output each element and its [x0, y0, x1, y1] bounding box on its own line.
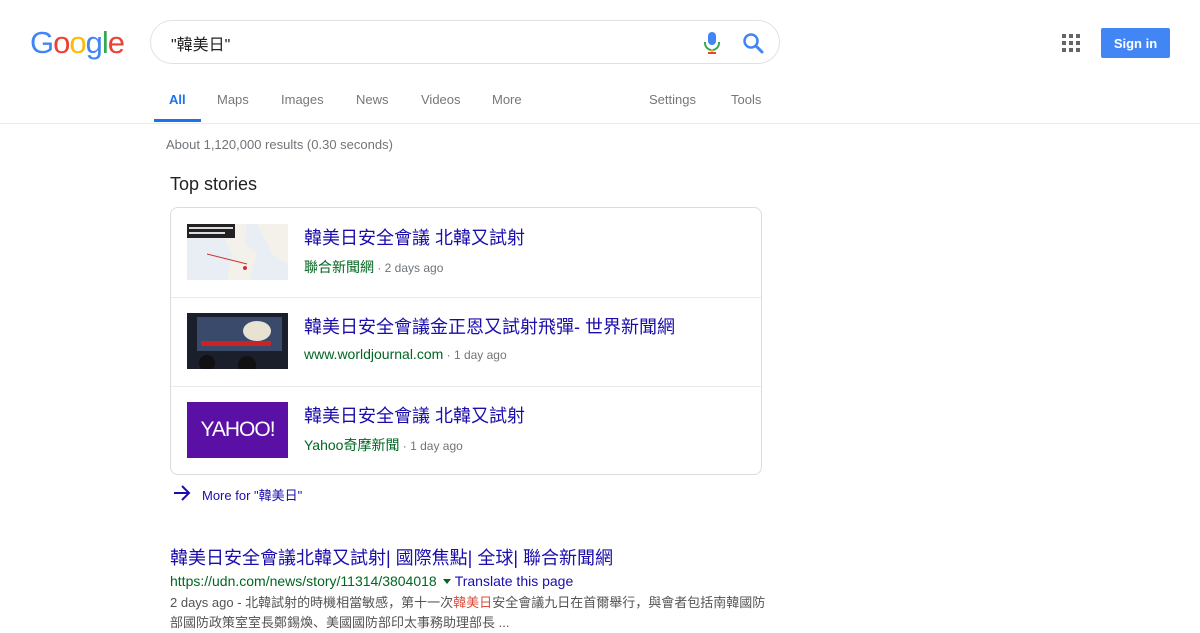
- story-meta: Yahoo奇摩新聞 · 1 day ago: [304, 435, 463, 455]
- search-tabs: All Maps Images News Videos More Setting…: [0, 88, 1200, 123]
- tab-images[interactable]: Images: [281, 92, 324, 107]
- result-stats: About 1,120,000 results (0.30 seconds): [166, 137, 393, 152]
- story-thumbnail-tv[interactable]: [187, 313, 288, 369]
- search-icon[interactable]: [741, 31, 765, 55]
- logo-letter-o2: o: [69, 25, 86, 60]
- logo-letter-e: e: [107, 25, 125, 60]
- snippet-highlight: 韓美日: [453, 595, 493, 610]
- more-stories-label[interactable]: More for "韓美日": [202, 485, 302, 504]
- story-source: 聯合新聞網: [304, 259, 374, 275]
- active-tab-indicator: [154, 119, 201, 122]
- story-time: · 2 days ago: [374, 261, 444, 275]
- apps-grid-icon[interactable]: [1062, 34, 1080, 52]
- tab-videos[interactable]: Videos: [421, 92, 461, 107]
- result-snippet: 2 days ago - 北韓試射的時機相當敏感，第十一次韓美日安全會議九日在首…: [170, 593, 766, 633]
- tab-more[interactable]: More: [492, 92, 522, 107]
- story-title[interactable]: 韓美日安全會議金正恩又試射飛彈- 世界新聞網: [304, 313, 675, 339]
- tab-settings[interactable]: Settings: [649, 92, 696, 107]
- story-divider: [171, 297, 761, 298]
- header: Google Sign in All Maps Images News Vide…: [0, 0, 1200, 124]
- tab-maps[interactable]: Maps: [217, 92, 249, 107]
- search-box[interactable]: [150, 20, 780, 64]
- yahoo-logo-text: YAHOO!: [200, 418, 275, 441]
- translate-link[interactable]: Translate this page: [455, 573, 574, 589]
- story-source: www.worldjournal.com: [304, 346, 444, 362]
- story-item[interactable]: 韓美日安全會議 北韓又試射 聯合新聞網 · 2 days ago: [171, 208, 761, 297]
- story-time: · 1 day ago: [399, 439, 463, 453]
- result-title[interactable]: 韓美日安全會議北韓又試射| 國際焦點| 全球| 聯合新聞網: [170, 544, 770, 570]
- tab-tools[interactable]: Tools: [731, 92, 761, 107]
- logo-letter-g2: g: [85, 25, 103, 60]
- story-thumbnail-map[interactable]: [187, 224, 288, 280]
- caret-down-icon[interactable]: [442, 578, 451, 584]
- tab-all[interactable]: All: [169, 92, 186, 107]
- result-url: https://udn.com/news/story/11314/3804018: [170, 573, 437, 589]
- story-meta: 聯合新聞網 · 2 days ago: [304, 257, 443, 277]
- story-meta: www.worldjournal.com · 1 day ago: [304, 346, 507, 362]
- story-source: Yahoo奇摩新聞: [304, 437, 400, 453]
- google-logo[interactable]: Google: [30, 25, 125, 61]
- story-time: · 1 day ago: [443, 348, 507, 362]
- story-title[interactable]: 韓美日安全會議 北韓又試射: [304, 402, 525, 428]
- story-item[interactable]: YAHOO! 韓美日安全會議 北韓又試射 Yahoo奇摩新聞 · 1 day a…: [171, 386, 761, 475]
- microphone-icon[interactable]: [701, 31, 723, 55]
- search-input[interactable]: [171, 31, 691, 55]
- logo-letter-g: G: [30, 25, 54, 60]
- top-stories-heading: Top stories: [170, 174, 258, 194]
- story-item[interactable]: 韓美日安全會議金正恩又試射飛彈- 世界新聞網 www.worldjournal.…: [171, 297, 761, 386]
- result-url-line: https://udn.com/news/story/11314/3804018…: [170, 573, 770, 589]
- arrow-right-icon: [174, 485, 191, 501]
- top-stories-card: 韓美日安全會議 北韓又試射 聯合新聞網 · 2 days ago 韓美日安全會議…: [170, 207, 762, 475]
- snippet-text: 2 days ago - 北韓試射的時機相當敏感，第十一次: [170, 595, 454, 610]
- logo-letter-o1: o: [53, 25, 70, 60]
- sign-in-button[interactable]: Sign in: [1101, 28, 1170, 58]
- story-title[interactable]: 韓美日安全會議 北韓又試射: [304, 224, 525, 250]
- story-thumbnail-yahoo[interactable]: YAHOO!: [187, 402, 288, 458]
- story-divider: [171, 386, 761, 387]
- search-result: 韓美日安全會議北韓又試射| 國際焦點| 全球| 聯合新聞網 https://ud…: [170, 544, 770, 633]
- tab-news[interactable]: News: [356, 92, 389, 107]
